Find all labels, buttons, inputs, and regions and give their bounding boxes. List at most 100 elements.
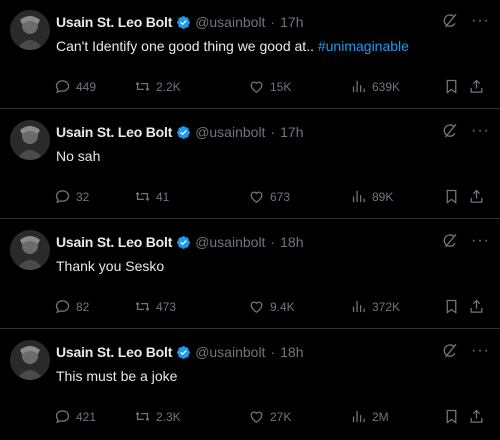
tweet-actions: 449 2.2K 15K 639K — [50, 78, 490, 98]
heart-icon — [250, 411, 263, 423]
views-count: 639K — [372, 79, 401, 94]
views-button[interactable]: 639K — [350, 78, 400, 95]
share-button[interactable] — [468, 188, 485, 205]
like-button[interactable]: 15K — [248, 78, 291, 95]
avatar[interactable] — [10, 120, 50, 160]
share-icon — [470, 409, 483, 423]
retweet-icon — [135, 302, 150, 311]
timestamp[interactable]: 18h — [280, 234, 303, 250]
reply-icon — [55, 80, 70, 94]
reply-count: 449 — [76, 79, 97, 94]
views-count: 2M — [372, 409, 389, 424]
bookmark-button[interactable] — [443, 408, 460, 425]
timestamp[interactable]: 18h — [280, 344, 303, 360]
author-handle[interactable]: @usainbolt — [195, 124, 265, 140]
reply-count: 421 — [76, 409, 97, 424]
reply-button[interactable]: 421 — [54, 408, 96, 425]
verified-badge-icon — [177, 125, 191, 139]
more-icon[interactable]: ··· — [471, 122, 490, 140]
bookmark-icon — [446, 409, 457, 424]
views-icon — [352, 300, 365, 313]
author-name[interactable]: Usain St. Leo Bolt — [56, 234, 172, 250]
retweet-count: 473 — [156, 299, 177, 314]
heart-icon — [250, 191, 263, 203]
more-icon[interactable]: ··· — [471, 12, 490, 30]
grok-icon[interactable] — [441, 122, 459, 140]
tweet[interactable]: Usain St. Leo Bolt @usainbolt · 18h ··· … — [0, 330, 500, 439]
like-count: 673 — [270, 189, 291, 204]
retweet-count: 2.3K — [156, 409, 181, 424]
tweet-feed: Usain St. Leo Bolt @usainbolt · 17h ··· … — [0, 0, 500, 440]
grok-icon[interactable] — [441, 232, 459, 250]
author-name[interactable]: Usain St. Leo Bolt — [56, 14, 172, 30]
heart-icon — [250, 301, 263, 313]
avatar[interactable] — [10, 340, 50, 380]
like-count: 15K — [270, 79, 292, 94]
verified-badge-icon — [177, 15, 191, 29]
tweet[interactable]: Usain St. Leo Bolt @usainbolt · 17h ··· … — [0, 110, 500, 219]
reply-icon — [55, 190, 70, 204]
reply-count: 82 — [76, 299, 90, 314]
avatar[interactable] — [10, 10, 50, 50]
views-icon — [352, 190, 365, 203]
views-count: 89K — [372, 189, 394, 204]
like-count: 27K — [270, 409, 292, 424]
bookmark-icon — [446, 189, 457, 204]
tweet-text: Can't Identify one good thing we good at… — [56, 38, 409, 54]
tweet-body: Can't Identify one good thing we good at… — [56, 38, 318, 54]
hashtag-link[interactable]: #unimaginable — [318, 38, 409, 54]
separator-dot: · — [270, 124, 276, 140]
tweet[interactable]: Usain St. Leo Bolt @usainbolt · 18h ··· … — [0, 220, 500, 329]
tweet[interactable]: Usain St. Leo Bolt @usainbolt · 17h ··· … — [0, 0, 500, 109]
tweet-body: No sah — [56, 148, 101, 164]
tweet-body: Thank you Sesko — [56, 258, 165, 274]
author-handle[interactable]: @usainbolt — [195, 344, 265, 360]
tweet-actions: 421 2.3K 27K 2M — [50, 408, 490, 428]
reply-button[interactable]: 82 — [54, 298, 89, 315]
like-button[interactable]: 673 — [248, 188, 290, 205]
grok-icon[interactable] — [441, 342, 459, 360]
retweet-button[interactable]: 2.3K — [134, 408, 181, 425]
reply-button[interactable]: 449 — [54, 78, 96, 95]
reply-button[interactable]: 32 — [54, 188, 89, 205]
tweet-body: This must be a joke — [56, 368, 178, 384]
bookmark-icon — [446, 79, 457, 94]
author-name[interactable]: Usain St. Leo Bolt — [56, 124, 172, 140]
verified-badge-icon — [177, 235, 191, 249]
like-button[interactable]: 27K — [248, 408, 291, 425]
author-handle[interactable]: @usainbolt — [195, 234, 265, 250]
author-name[interactable]: Usain St. Leo Bolt — [56, 344, 172, 360]
share-icon — [470, 299, 483, 313]
views-button[interactable]: 2M — [350, 408, 389, 425]
retweet-icon — [135, 412, 150, 421]
retweet-button[interactable]: 473 — [134, 298, 176, 315]
more-icon[interactable]: ··· — [471, 342, 490, 360]
avatar[interactable] — [10, 230, 50, 270]
grok-icon[interactable] — [441, 12, 459, 30]
more-icon[interactable]: ··· — [471, 232, 490, 250]
views-button[interactable]: 89K — [350, 188, 393, 205]
retweet-button[interactable]: 41 — [134, 188, 169, 205]
verified-badge-icon — [177, 345, 191, 359]
views-icon — [352, 410, 365, 423]
share-button[interactable] — [468, 298, 485, 315]
share-icon — [470, 189, 483, 203]
retweet-icon — [135, 82, 150, 91]
tweet-text: Thank you Sesko — [56, 258, 164, 274]
timestamp[interactable]: 17h — [280, 14, 303, 30]
share-button[interactable] — [468, 408, 485, 425]
retweet-button[interactable]: 2.2K — [134, 78, 181, 95]
share-button[interactable] — [468, 78, 485, 95]
tweet-actions: 32 41 673 89K — [50, 188, 490, 208]
like-button[interactable]: 9.4K — [248, 298, 295, 315]
author-handle[interactable]: @usainbolt — [195, 14, 265, 30]
bookmark-button[interactable] — [443, 298, 460, 315]
timestamp[interactable]: 17h — [280, 124, 303, 140]
tweet-text: This must be a joke — [56, 368, 177, 384]
views-button[interactable]: 372K — [350, 298, 400, 315]
retweet-count: 41 — [156, 189, 170, 204]
bookmark-button[interactable] — [443, 188, 460, 205]
share-icon — [470, 79, 483, 93]
bookmark-button[interactable] — [443, 78, 460, 95]
separator-dot: · — [270, 344, 276, 360]
